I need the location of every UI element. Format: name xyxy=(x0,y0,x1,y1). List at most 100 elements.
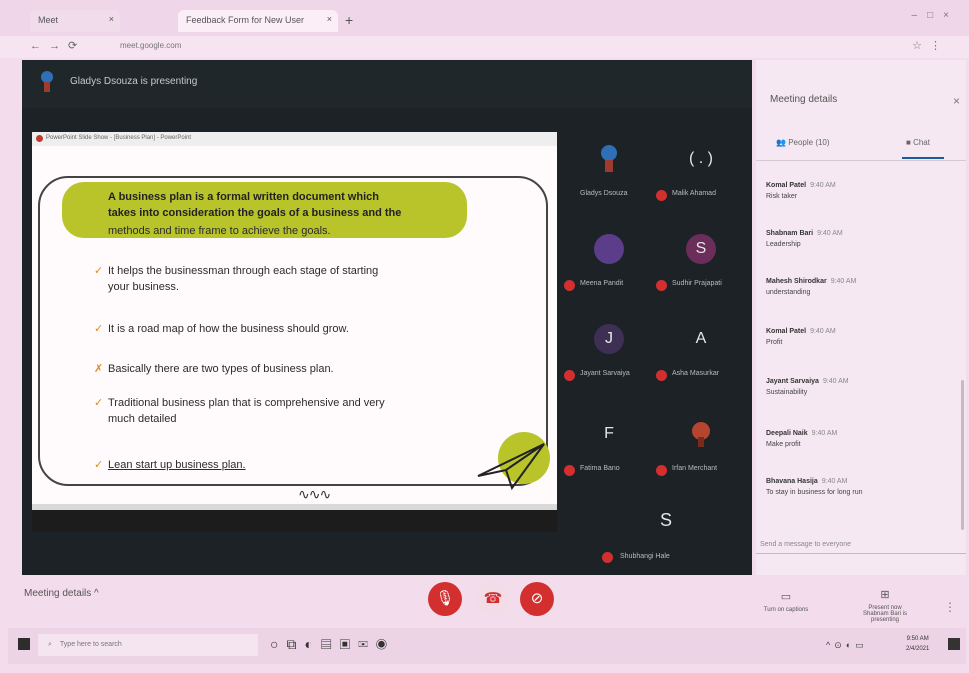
chat-sender: Jayant Sarvaiya xyxy=(766,378,819,385)
close-icon[interactable]: × xyxy=(327,14,332,24)
taskbar-search[interactable]: ⌕ Type here to search xyxy=(38,634,258,656)
slide-bullet: much detailed xyxy=(108,413,177,425)
panel-scrollbar[interactable] xyxy=(961,380,964,530)
chat-body: To stay in business for long run xyxy=(766,489,863,496)
participant-tile[interactable]: Meena Pandit xyxy=(564,220,656,310)
participant-tile[interactable]: A Asha Masurkar xyxy=(656,310,748,400)
chat-message: Komal Patel 9:40 AM Risk taker xyxy=(766,182,956,200)
chat-message: Shabnam Bari 9:40 AM Leadership xyxy=(766,230,956,248)
chat-body: Leadership xyxy=(766,241,801,248)
squiggle-decoration: ∿∿∿ xyxy=(298,486,331,502)
slide-lead-line: A business plan is a formal written docu… xyxy=(108,191,379,203)
participant-tile[interactable]: F Fatima Bano xyxy=(564,405,656,495)
participant-tile[interactable]: Irfan Merchant xyxy=(656,405,748,495)
powerpoint-icon xyxy=(36,135,43,142)
panel-divider xyxy=(756,160,966,161)
camera-toggle-button[interactable]: ⊘ xyxy=(520,582,554,616)
participant-name: Sudhir Prajapati xyxy=(672,280,722,287)
tab-people[interactable]: 👥 People (10) xyxy=(776,138,830,147)
participant-avatar: S xyxy=(660,510,673,530)
more-options-icon[interactable]: ⋮ xyxy=(944,600,956,614)
panel-title: Meeting details xyxy=(770,94,838,105)
tab-label: Meet xyxy=(38,15,59,25)
participant-name: Gladys Dsouza xyxy=(580,190,628,197)
chat-time: 9:40 AM xyxy=(811,430,838,437)
chat-body: understanding xyxy=(766,289,811,296)
chat-sender: Komal Patel xyxy=(766,182,807,189)
close-icon[interactable]: × xyxy=(109,14,114,24)
meeting-details-panel: Meeting details × 👥 People (10) ■ Chat K… xyxy=(756,60,966,575)
notifications-icon[interactable] xyxy=(948,638,960,650)
new-tab-icon[interactable]: + xyxy=(345,12,353,28)
bullet-icon: ✓ xyxy=(94,459,104,471)
nav-buttons[interactable]: ←→⟳ xyxy=(30,39,85,52)
captions-icon: ▭ xyxy=(780,591,792,603)
participant-avatar-icon xyxy=(692,422,710,447)
time-text: 9:50 AM xyxy=(906,636,929,642)
taskbar-app-icons[interactable]: ○⧉◐▤▣✉◉ xyxy=(270,636,395,653)
chat-input[interactable]: Send a message to everyone xyxy=(756,536,966,554)
participant-tile[interactable]: S Shubhangi Hale xyxy=(602,500,742,570)
windows-start-icon[interactable] xyxy=(18,638,30,650)
participant-tile[interactable]: J Jayant Sarvaiya xyxy=(564,310,656,400)
present-button[interactable]: ⊞ Present now Shabnam Bari is presenting xyxy=(850,588,920,623)
chat-message: Deepali Naik 9:40 AM Make profit xyxy=(766,430,956,448)
bullet-icon: ✓ xyxy=(94,323,104,335)
presenter-name: Gladys Dsouza is presenting xyxy=(70,76,198,87)
chat-sender: Deepali Naik xyxy=(766,430,808,437)
participant-tile[interactable]: S Sudhir Prajapati xyxy=(656,220,748,310)
address-bar: ←→⟳ meet.google.com ☆⋮ xyxy=(0,36,969,58)
slide-lead-line: methods and time frame to achieve the go… xyxy=(108,225,331,237)
slide: A business plan is a formal written docu… xyxy=(32,146,557,504)
chevron-up-icon: ^ xyxy=(94,588,99,599)
close-icon[interactable]: × xyxy=(953,94,960,108)
mic-off-icon xyxy=(656,280,667,291)
search-placeholder: Type here to search xyxy=(59,641,122,648)
screen-toolbar: PowerPoint Slide Show - [Business Plan] … xyxy=(32,132,557,146)
participant-name: Asha Masurkar xyxy=(672,370,720,377)
phone-hangup-icon: ☎ xyxy=(483,590,503,607)
taskbar-clock[interactable]: 9:50 AM 2/4/2021 xyxy=(906,634,929,654)
participant-name: Shubhangi Hale xyxy=(620,553,670,560)
participant-name: Fatima Bano xyxy=(580,465,620,472)
mic-off-icon xyxy=(564,370,575,381)
present-icon: ⊞ xyxy=(880,589,890,601)
meeting-details-button[interactable]: Meeting details ^ xyxy=(24,588,99,599)
chat-sender: Mahesh Shirodkar xyxy=(766,278,827,285)
participant-tile[interactable]: ( . ) Malik Ahamad xyxy=(656,130,748,220)
browser-tab-meet[interactable]: Meet × xyxy=(30,10,120,32)
participant-name: Malik Ahamad xyxy=(672,190,716,197)
bullet-icon: ✓ xyxy=(94,397,104,409)
meeting-details-label: Meeting details xyxy=(24,588,92,599)
chat-message: Jayant Sarvaiya 9:40 AM Sustainability xyxy=(766,378,956,396)
participant-avatar: A xyxy=(695,330,707,347)
participant-tile[interactable]: Gladys Dsouza xyxy=(564,130,656,220)
mic-off-icon xyxy=(564,465,575,476)
screen-toolbar-text: PowerPoint Slide Show - [Business Plan] … xyxy=(46,135,192,141)
tab-label: Feedback Form for New User xyxy=(186,15,305,25)
camera-off-icon: ⊘ xyxy=(530,590,544,607)
captions-button[interactable]: ▭ Turn on captions xyxy=(756,590,816,613)
chat-sender: Shabnam Bari xyxy=(766,230,814,237)
chat-message: Bhavana Hasija 9:40 AM To stay in busines… xyxy=(766,478,956,496)
url-field[interactable]: meet.google.com xyxy=(120,41,181,50)
tab-chat[interactable]: ■ Chat xyxy=(906,138,930,147)
chat-time: 9:40 AM xyxy=(810,182,836,189)
browser-tab-feedback[interactable]: Feedback Form for New User × xyxy=(178,10,338,32)
slide-bullet: your business. xyxy=(108,281,179,293)
end-call-button[interactable]: ☎ xyxy=(476,582,510,616)
mic-off-icon xyxy=(656,190,667,201)
mic-toggle-button[interactable]: 🎙 xyxy=(428,582,462,616)
chat-time: 9:40 AM xyxy=(821,478,848,485)
tab-people-label: People (10) xyxy=(788,138,830,147)
slide-bullet: It is a road map of how the business sho… xyxy=(108,323,349,335)
system-tray[interactable]: ^⊙◐▭ xyxy=(826,640,868,651)
paper-plane-icon xyxy=(477,432,550,491)
mic-off-icon xyxy=(564,280,575,291)
shared-taskbar xyxy=(32,504,557,510)
participant-avatar-icon xyxy=(601,145,617,172)
window-controls[interactable]: –□× xyxy=(912,10,959,21)
participant-avatar: ( . ) xyxy=(689,150,713,167)
extensions-icons[interactable]: ☆⋮ xyxy=(912,39,949,52)
chat-sender: Bhavana Hasija xyxy=(766,478,818,485)
